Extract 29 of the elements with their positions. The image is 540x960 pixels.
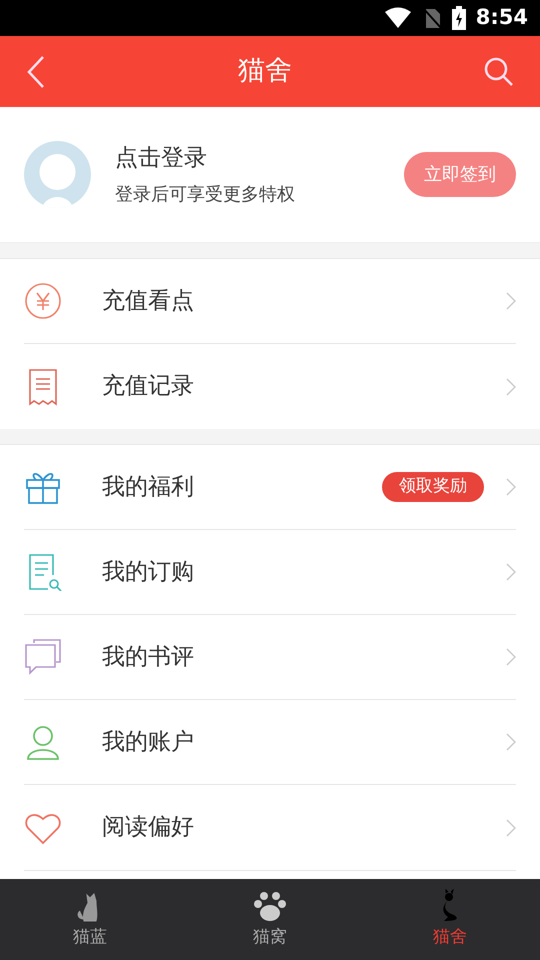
chevron-right-icon bbox=[506, 292, 516, 310]
chevron-right-icon bbox=[506, 478, 516, 496]
chevron-right-icon bbox=[506, 563, 516, 581]
chevron-right-icon bbox=[506, 818, 516, 836]
chevron-right-icon bbox=[506, 733, 516, 751]
menu-item[interactable]: 我的书评 bbox=[24, 615, 516, 700]
back-icon[interactable] bbox=[26, 54, 46, 88]
menu-item[interactable]: 我的订购 bbox=[24, 530, 516, 615]
person-icon bbox=[24, 723, 62, 761]
menu-item[interactable]: 我的账户 bbox=[24, 700, 516, 785]
tab-item[interactable]: 猫窝 bbox=[180, 879, 360, 960]
search-icon[interactable] bbox=[484, 56, 514, 86]
tab-item[interactable]: 猫蓝 bbox=[0, 879, 180, 960]
chat-bubbles-icon bbox=[24, 638, 62, 676]
reward-badge[interactable]: 领取奖励 bbox=[382, 472, 484, 502]
menu-item[interactable]: 阅读偏好 bbox=[24, 785, 516, 870]
menu-item[interactable]: 充值看点 bbox=[24, 259, 516, 344]
battery-icon bbox=[452, 6, 466, 30]
wifi-icon bbox=[384, 7, 412, 29]
clock-time: 8:54 bbox=[476, 4, 528, 32]
menu-item[interactable]: 充值记录 bbox=[24, 344, 516, 429]
menu-item[interactable]: 我的福利 领取奖励 bbox=[24, 445, 516, 530]
chevron-right-icon bbox=[506, 648, 516, 666]
tab-item[interactable]: 猫舍 bbox=[360, 879, 540, 960]
chevron-right-icon bbox=[506, 378, 516, 396]
yen-coin-icon bbox=[24, 282, 62, 320]
login-hint: 登录后可享受更多特权 bbox=[115, 183, 296, 208]
page-title: 猫舍 bbox=[238, 54, 292, 88]
login-prompt[interactable]: 点击登录 bbox=[115, 140, 404, 176]
